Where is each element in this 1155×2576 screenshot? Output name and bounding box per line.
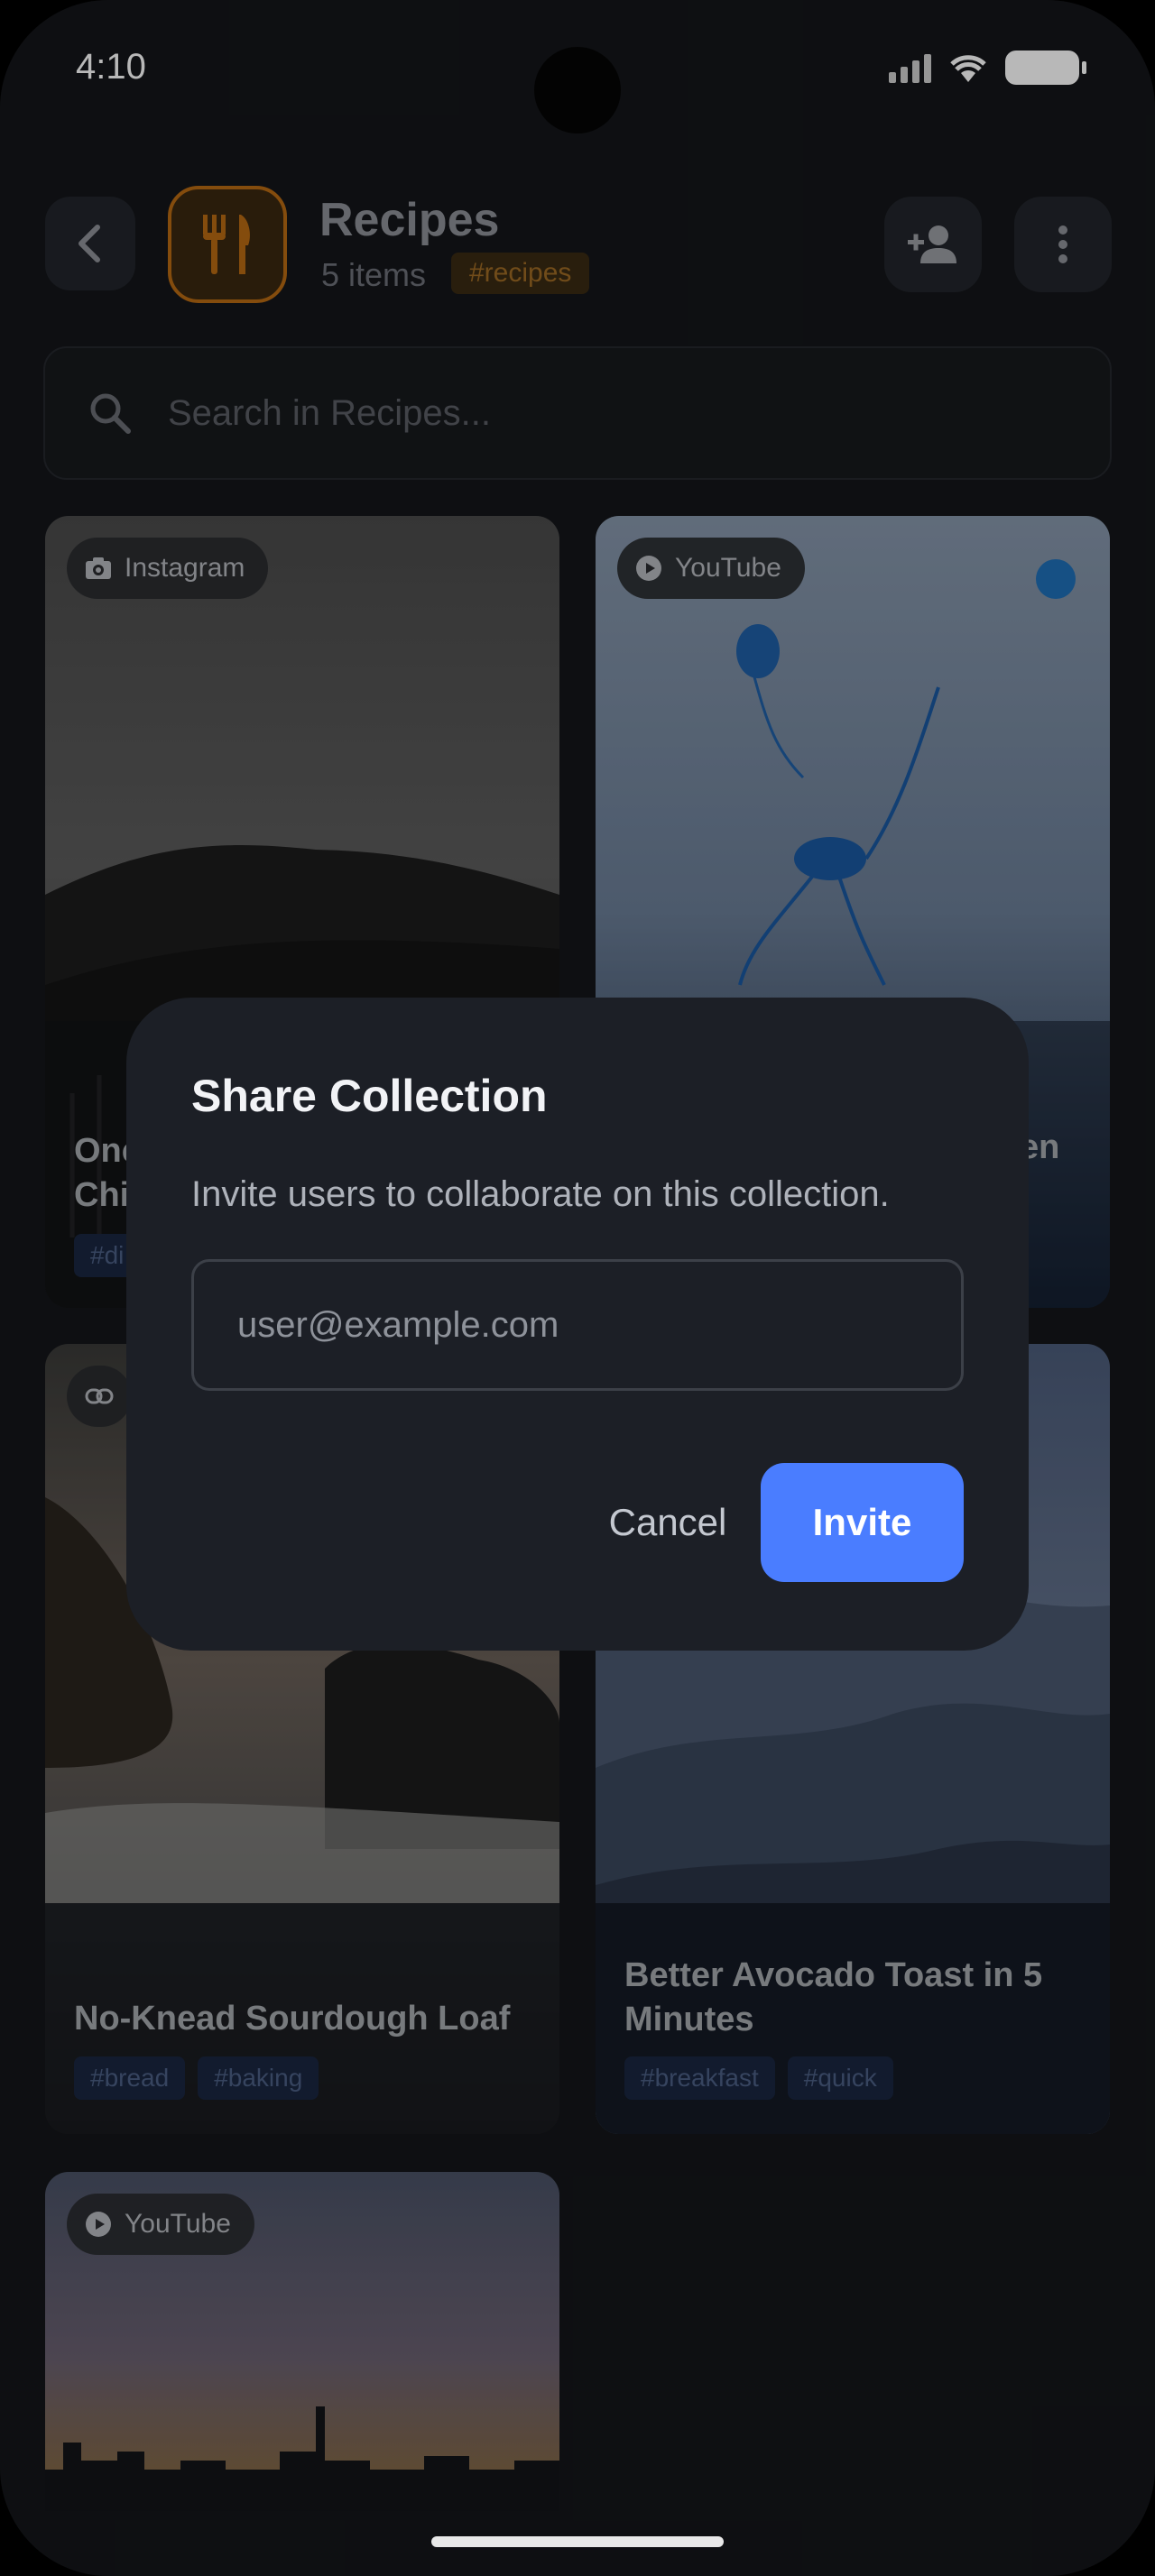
share-collection-dialog: Share Collection Invite users to collabo… [126,998,1029,1651]
home-indicator[interactable] [431,2536,724,2547]
app-screen: 4:10 Recipes 5 items #recipes Search in … [0,0,1155,2576]
dialog-title: Share Collection [191,1071,548,1121]
cancel-button[interactable]: Cancel [568,1463,767,1582]
dialog-description: Invite users to collaborate on this coll… [191,1174,890,1214]
invite-button[interactable]: Invite [761,1463,964,1582]
email-field[interactable] [191,1259,964,1391]
